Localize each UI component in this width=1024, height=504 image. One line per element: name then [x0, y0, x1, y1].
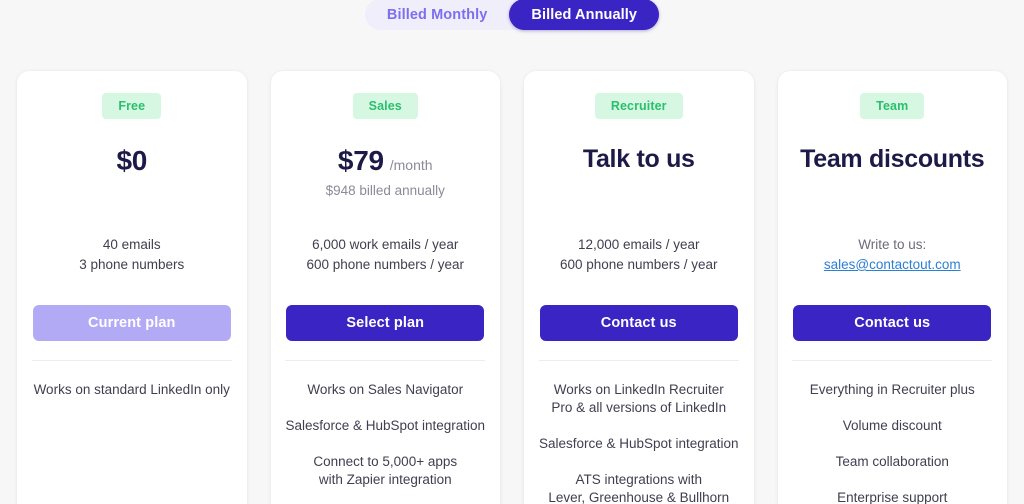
quota-line: 6,000 work emails / year [312, 237, 459, 252]
plan-quota: Write to us: sales@contactout.com [824, 235, 961, 275]
feature-item: Team collaboration [835, 454, 949, 469]
plan-card-team: Team Team discounts Write to us: sales@c… [777, 71, 1007, 504]
sales-email-link[interactable]: sales@contactout.com [824, 257, 961, 272]
quota-note: Write to us: [858, 237, 927, 252]
plan-quota: 12,000 emails / year 600 phone numbers /… [560, 235, 718, 275]
plan-price-suffix: /month [389, 157, 433, 173]
feature-item: Everything in Recruiter plus [809, 382, 975, 397]
plan-features: Everything in Recruiter plus Volume disc… [792, 381, 994, 504]
plan-features: Works on standard LinkedIn only [31, 381, 233, 399]
feature-item: Volume discount [842, 418, 942, 433]
plan-price: $79 [337, 145, 384, 176]
toggle-option-annually[interactable]: Billed Annually [509, 0, 660, 30]
feature-item: Salesforce & HubSpot integration [538, 436, 739, 451]
plan-price: Team discounts [800, 145, 985, 173]
plan-quota: 6,000 work emails / year 600 phone numbe… [306, 235, 464, 275]
plan-features: Works on LinkedIn Recruiter Pro & all ve… [538, 381, 740, 504]
quota-line: 600 phone numbers / year [306, 257, 465, 272]
plan-features: Works on Sales Navigator Salesforce & Hu… [285, 381, 487, 489]
plan-price-subtext: $948 billed annually [325, 183, 445, 198]
plan-badge: Free [102, 93, 162, 119]
billing-toggle[interactable]: Billed Monthly Billed Annually [364, 0, 660, 30]
plan-badge: Team [860, 93, 925, 119]
feature-item: Works on Sales Navigator [307, 382, 464, 397]
plan-price-block: Team discounts [800, 145, 985, 201]
feature-item: Works on LinkedIn Recruiter Pro & all ve… [551, 382, 727, 415]
card-divider [792, 360, 993, 361]
plan-price-block: $79 /month $948 billed annually [326, 145, 445, 201]
plan-card-recruiter: Recruiter Talk to us 12,000 emails / yea… [524, 71, 754, 504]
plan-cta-button[interactable]: Select plan [286, 305, 485, 341]
feature-item: Connect to 5,000+ apps with Zapier integ… [313, 454, 458, 487]
quota-line: 3 phone numbers [79, 257, 185, 272]
plan-price: Talk to us [582, 145, 695, 173]
plan-card-sales: Sales $79 /month $948 billed annually 6,… [270, 71, 500, 504]
plan-cta-button[interactable]: Contact us [793, 305, 992, 341]
quota-line: 12,000 emails / year [577, 237, 700, 252]
pricing-cards: Free $0 40 emails 3 phone numbers Curren… [0, 71, 1024, 504]
plan-price-block: Talk to us [583, 145, 695, 201]
plan-price: $0 [116, 145, 148, 176]
pricing-page: Billed Monthly Billed Annually Free $0 4… [0, 0, 1024, 504]
card-divider [538, 360, 739, 361]
plan-badge: Sales [352, 93, 418, 119]
plan-cta-button[interactable]: Current plan [32, 305, 231, 341]
plan-price-block: $0 [116, 145, 147, 201]
quota-line: 600 phone numbers / year [559, 257, 718, 272]
feature-item: Works on standard LinkedIn only [33, 382, 230, 397]
toggle-option-monthly[interactable]: Billed Monthly [365, 0, 509, 30]
feature-item: Salesforce & HubSpot integration [285, 418, 486, 433]
plan-cta-button[interactable]: Contact us [539, 305, 738, 341]
feature-item: ATS integrations with Lever, Greenhouse … [548, 472, 730, 504]
billing-toggle-container: Billed Monthly Billed Annually [0, 0, 1024, 31]
card-divider [285, 360, 486, 361]
feature-item: Enterprise support [837, 490, 948, 504]
card-divider [31, 360, 232, 361]
plan-quota: 40 emails 3 phone numbers [79, 235, 184, 275]
plan-card-free: Free $0 40 emails 3 phone numbers Curren… [17, 71, 247, 504]
quota-line: 40 emails [102, 237, 161, 252]
plan-badge: Recruiter [594, 93, 683, 119]
